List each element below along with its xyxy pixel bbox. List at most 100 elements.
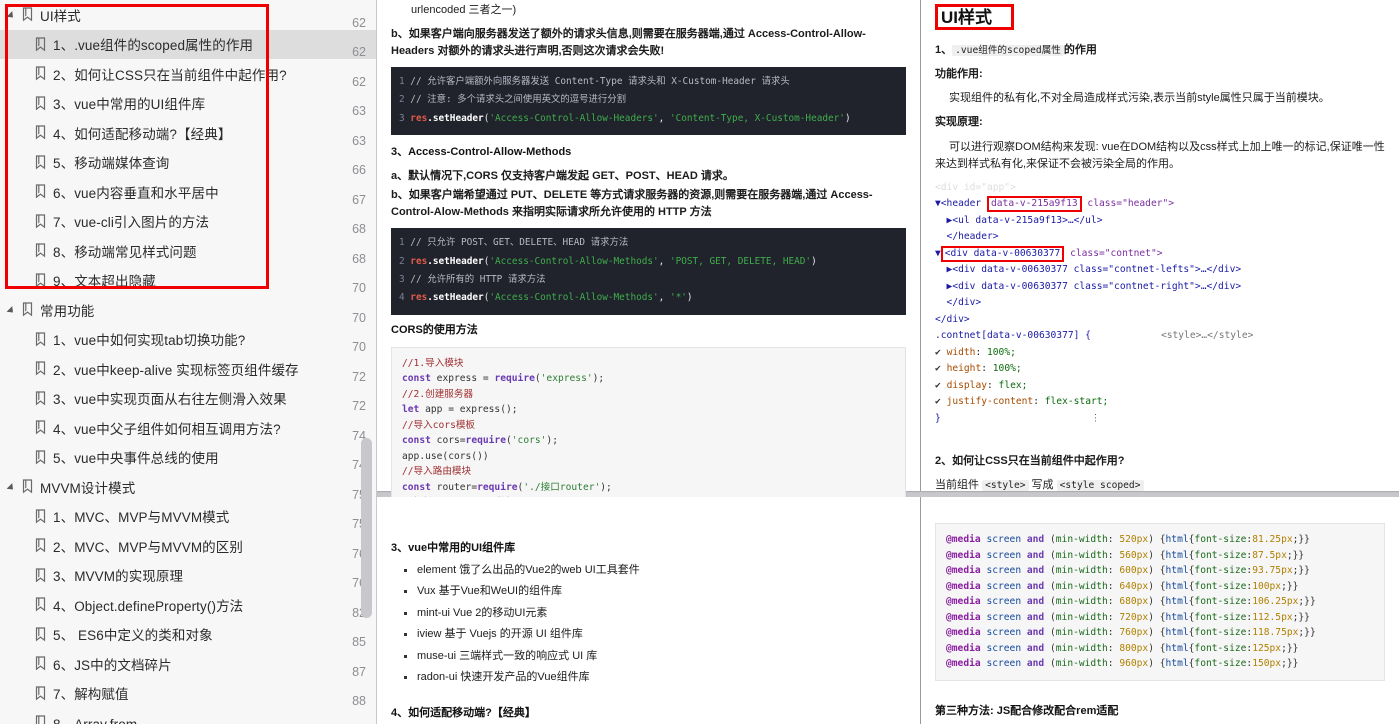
- sidebar-item-0-3[interactable]: 4、如何适配移动端?【经典】63: [0, 118, 376, 148]
- bookmark-icon: [34, 420, 47, 435]
- bookmark-icon: [34, 155, 47, 170]
- sidebar-item-label: 6、JS中的文档碎片: [53, 654, 336, 674]
- paragraph-cors-default: a、默认情况下,CORS 仅支持客户端发起 GET、POST、HEAD 请求。: [391, 168, 906, 185]
- sidebar-item-label: 7、vue-cli引入图片的方法: [53, 211, 336, 231]
- sidebar-item-1-3[interactable]: 4、vue中父子组件如何相互调用方法?74: [0, 413, 376, 443]
- bookmark-icon: [34, 96, 47, 111]
- sidebar-item-2-5[interactable]: 6、JS中的文档碎片87: [0, 649, 376, 679]
- sidebar-scroll-area[interactable]: UI样式621、.vue组件的scoped属性的作用622、如何让CSS只在当前…: [0, 0, 376, 724]
- sidebar-item-label: 4、如何适配移动端?【经典】: [53, 123, 336, 143]
- expand-triangle-icon[interactable]: [8, 9, 19, 20]
- bookmark-sidebar[interactable]: UI样式621、.vue组件的scoped属性的作用622、如何让CSS只在当前…: [0, 0, 377, 724]
- sidebar-group-0[interactable]: UI样式62: [0, 0, 376, 30]
- bookmark-icon: [21, 479, 34, 494]
- bookmark-icon: [34, 509, 47, 524]
- bookmark-icon: [34, 37, 47, 52]
- expand-triangle-icon[interactable]: [8, 304, 19, 315]
- sidebar-item-1-2[interactable]: 3、vue中实现页面从右往左侧滑入效果72: [0, 384, 376, 414]
- heading-allow-methods: 3、Access-Control-Allow-Methods: [391, 144, 906, 161]
- sidebar-item-0-0[interactable]: 1、.vue组件的scoped属性的作用62: [0, 30, 376, 60]
- sidebar-group-label: 常用功能: [40, 300, 336, 320]
- sidebar-group-1[interactable]: 常用功能70: [0, 295, 376, 325]
- sidebar-item-1-0[interactable]: 1、vue中如何实现tab切换功能?70: [0, 325, 376, 355]
- bookmark-icon: [34, 361, 47, 376]
- subheading-function-body: 实现组件的私有化,不对全局造成样式污染,表示当前style属性只属于当前模块。: [935, 90, 1385, 107]
- sidebar-item-2-4[interactable]: 5、 ES6中定义的类和对象85: [0, 620, 376, 650]
- sidebar-item-0-2[interactable]: 3、vue中常用的UI组件库63: [0, 89, 376, 119]
- bookmark-icon: [34, 243, 47, 258]
- question-1-tail: 的作用: [1064, 44, 1097, 56]
- question-2-text-a: 当前组件: [935, 479, 982, 491]
- heading-vue-ui-libs: 3、vue中常用的UI组件库: [391, 540, 906, 557]
- sidebar-item-0-1[interactable]: 2、如何让CSS只在当前组件中起作用?62: [0, 59, 376, 89]
- sidebar-item-label: 3、vue中常用的UI组件库: [53, 93, 336, 113]
- cut-off-line: urlencoded 三者之一): [391, 2, 906, 19]
- bookmark-icon: [34, 686, 47, 701]
- heading-mobile-adapt: 4、如何适配移动端?【经典】: [391, 705, 906, 722]
- sidebar-item-label: 5、 ES6中定义的类和对象: [53, 624, 336, 644]
- bookmark-icon: [34, 184, 47, 199]
- sidebar-item-label: 5、移动端媒体查询: [53, 152, 336, 172]
- ui-library-item-5: radon-ui 快速开发产品的Vue组件库: [417, 670, 906, 685]
- bookmark-icon: [34, 66, 47, 81]
- sidebar-item-2-7[interactable]: 8、Array.from94: [0, 708, 376, 724]
- bookmark-icon: [34, 568, 47, 583]
- sidebar-item-0-5[interactable]: 6、vue内容垂直和水平居中67: [0, 177, 376, 207]
- sidebar-item-label: 1、vue中如何实现tab切换功能?: [53, 329, 336, 349]
- red-annotation-attr-2: <div data-v-00630377: [941, 246, 1065, 262]
- bookmark-icon: [34, 273, 47, 288]
- subheading-principle-body: 可以进行观察DOM结构来发现: vue在DOM结构以及css样式上加上唯一的标记…: [935, 139, 1385, 173]
- heading-cors-usage: CORS的使用方法: [391, 322, 906, 339]
- question-2: 2、如何让CSS只在当前组件中起作用?: [935, 453, 1385, 470]
- sidebar-scrollbar-track[interactable]: [363, 0, 374, 724]
- question-1-number: 1、: [935, 44, 952, 56]
- sidebar-item-0-7[interactable]: 8、移动端常见样式问题68: [0, 236, 376, 266]
- sidebar-item-label: 6、vue内容垂直和水平居中: [53, 182, 336, 202]
- sidebar-item-2-3[interactable]: 4、Object.defineProperty()方法82: [0, 590, 376, 620]
- document-scrollbar[interactable]: [1389, 0, 1399, 724]
- sidebar-item-2-2[interactable]: 3、MVVM的实现原理76: [0, 561, 376, 591]
- sidebar-item-label: 2、vue中keep-alive 实现标签页组件缓存: [53, 359, 336, 379]
- bookmark-icon: [34, 125, 47, 140]
- sidebar-item-0-8[interactable]: 9、文本超出隐藏70: [0, 266, 376, 296]
- sidebar-item-label: 2、MVC、MVP与MVVM的区别: [53, 536, 336, 556]
- sidebar-group-2[interactable]: MVVM设计模式75: [0, 472, 376, 502]
- sidebar-group-label: MVVM设计模式: [40, 477, 336, 497]
- sidebar-item-label: 4、Object.defineProperty()方法: [53, 595, 336, 615]
- code-block-media-queries: @media screen and (min-width: 520px) {ht…: [935, 523, 1385, 681]
- sidebar-item-label: 1、.vue组件的scoped属性的作用: [53, 34, 336, 54]
- document-page-2: 3、vue中常用的UI组件库 element 饿了么出品的Vue2的web UI…: [377, 497, 1399, 724]
- sidebar-item-0-4[interactable]: 5、移动端媒体查询66: [0, 148, 376, 178]
- code-block-allow-headers: 1 // 允许客户端额外向服务器发送 Content-Type 请求头和 X-C…: [391, 67, 906, 135]
- sidebar-item-label: 8、移动端常见样式问题: [53, 241, 336, 261]
- ui-library-item-4: muse-ui 三端样式一致的响应式 UI 库: [417, 649, 906, 664]
- document-viewer[interactable]: urlencoded 三者之一) b、如果客户端向服务器发送了额外的请求头信息,…: [377, 0, 1399, 724]
- sidebar-item-label: 3、MVVM的实现原理: [53, 565, 336, 585]
- heading-js-rem: 第三种方法: JS配合修改配合rem适配: [935, 703, 1385, 720]
- sidebar-item-label: 1、MVC、MVP与MVVM模式: [53, 506, 336, 526]
- paragraph-cors-methods: b、如果客户端希望通过 PUT、DELETE 等方式请求服务器的资源,则需要在服…: [391, 187, 906, 221]
- red-annotation-attr-1: data-v-215a9f13: [987, 196, 1082, 212]
- ui-library-item-2: mint-ui Vue 2的移动UI元素: [417, 606, 906, 621]
- expand-triangle-icon[interactable]: [8, 481, 19, 492]
- sidebar-item-1-4[interactable]: 5、vue中央事件总线的使用74: [0, 443, 376, 473]
- page2-right-column: @media screen and (min-width: 520px) {ht…: [921, 497, 1399, 724]
- sidebar-item-2-0[interactable]: 1、MVC、MVP与MVVM模式75: [0, 502, 376, 532]
- bookmark-icon: [21, 302, 34, 317]
- bookmark-icon: [34, 391, 47, 406]
- pdf-reader-window: UI样式621、.vue组件的scoped属性的作用622、如何让CSS只在当前…: [0, 0, 1399, 724]
- pages-container: urlencoded 三者之一) b、如果客户端向服务器发送了额外的请求头信息,…: [377, 0, 1399, 724]
- sidebar-item-2-6[interactable]: 7、解构赋值88: [0, 679, 376, 709]
- sidebar-item-label: 8、Array.from: [53, 713, 336, 724]
- sidebar-item-2-1[interactable]: 2、MVC、MVP与MVVM的区别76: [0, 531, 376, 561]
- sidebar-group-label: UI样式: [40, 5, 336, 25]
- bookmark-icon: [21, 7, 34, 22]
- question-1: 1、.vue组件的scoped属性的作用: [935, 42, 1385, 59]
- bookmark-icon: [34, 214, 47, 229]
- sidebar-item-0-6[interactable]: 7、vue-cli引入图片的方法68: [0, 207, 376, 237]
- devtools-dom-listing: <div id="app"> ▼<header data-v-215a9f13 …: [935, 180, 1385, 428]
- bookmark-icon: [34, 597, 47, 612]
- sidebar-scrollbar-thumb[interactable]: [361, 438, 372, 618]
- bookmark-icon: [34, 656, 47, 671]
- sidebar-item-1-1[interactable]: 2、vue中keep-alive 实现标签页组件缓存72: [0, 354, 376, 384]
